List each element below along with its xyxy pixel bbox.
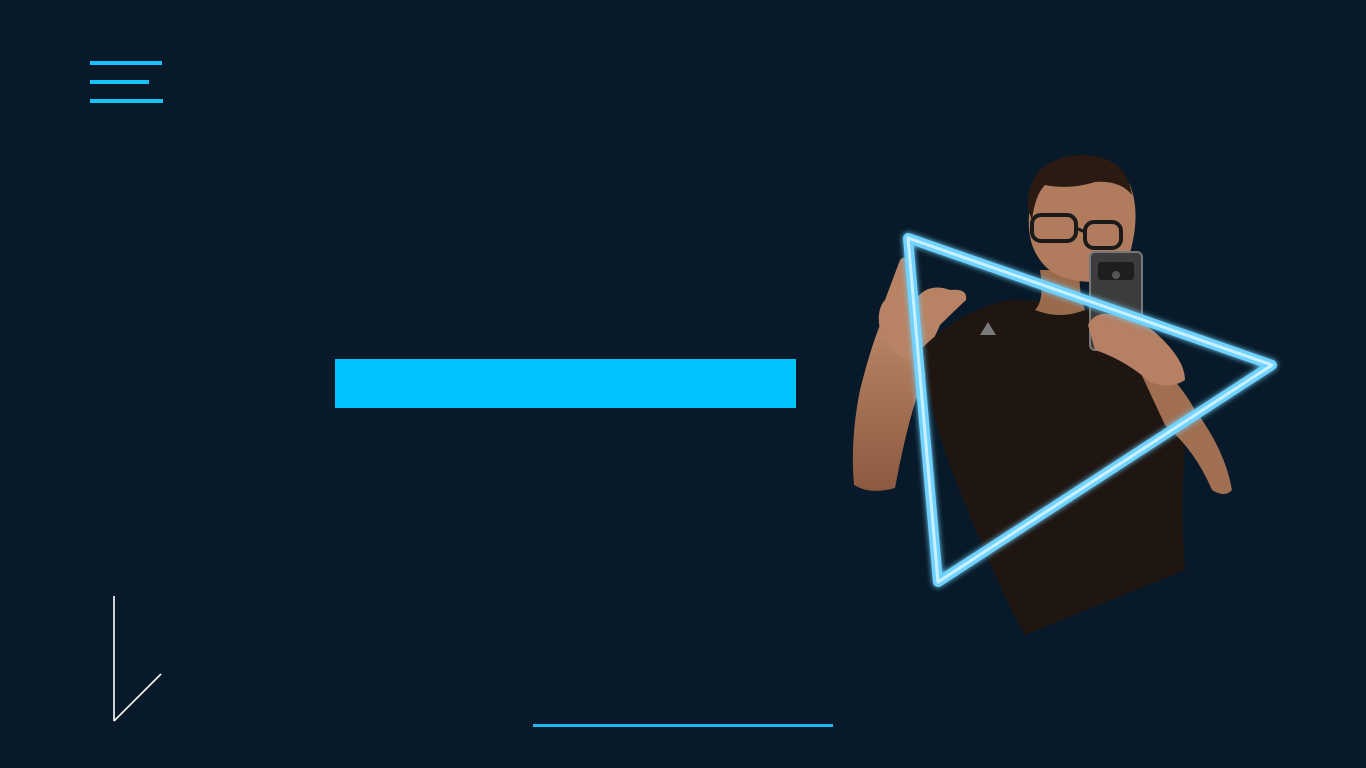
- hamburger-menu-icon[interactable]: [88, 58, 166, 108]
- check-stroke-icon: [113, 596, 162, 722]
- hero-accent-bar: [335, 359, 796, 408]
- landing-stage: [0, 0, 1366, 768]
- menu-line-middle: [90, 80, 149, 84]
- person-selfie-illustration: [852, 155, 1277, 635]
- menu-line-bottom: [90, 99, 163, 103]
- bottom-divider-line: [533, 724, 833, 727]
- menu-line-top: [90, 61, 162, 65]
